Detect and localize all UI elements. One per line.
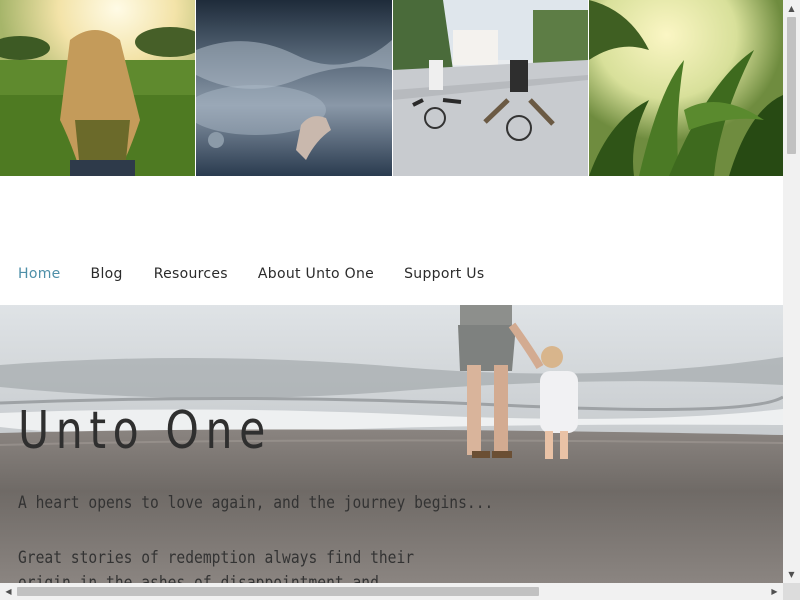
vertical-scroll-thumb[interactable]	[787, 17, 796, 154]
horizontal-scrollbar[interactable]: ◀ ▶	[0, 583, 783, 600]
photo-girl-in-field	[0, 0, 195, 176]
hero-title: Unto One	[18, 401, 272, 461]
main-nav: Home Blog Resources About Unto One Suppo…	[0, 258, 484, 290]
hero-section: Unto One A heart opens to love again, an…	[0, 305, 783, 584]
horizontal-scroll-thumb[interactable]	[17, 587, 539, 596]
photo-corn-field	[589, 0, 783, 176]
photo-couple-on-bicycles	[393, 0, 588, 176]
hero-body-text: Great stories of redemption always find …	[18, 548, 415, 584]
triangle-right-icon[interactable]: ▶	[766, 583, 783, 600]
triangle-up-icon[interactable]: ▲	[783, 0, 800, 17]
photo-underwater-hand	[196, 0, 392, 176]
triangle-down-icon[interactable]: ▼	[783, 566, 800, 583]
nav-home[interactable]: Home	[18, 266, 61, 282]
nav-resources[interactable]: Resources	[154, 266, 228, 282]
nav-blog[interactable]: Blog	[91, 266, 123, 282]
header-photo-strip	[0, 0, 783, 176]
vertical-scrollbar[interactable]: ▲ ▼	[783, 0, 800, 583]
nav-support[interactable]: Support Us	[404, 266, 484, 282]
triangle-left-icon[interactable]: ◀	[0, 583, 17, 600]
scrollbar-corner	[783, 583, 800, 600]
nav-about[interactable]: About Unto One	[258, 266, 374, 282]
hero-subtitle: A heart opens to love again, and the jou…	[18, 493, 494, 513]
